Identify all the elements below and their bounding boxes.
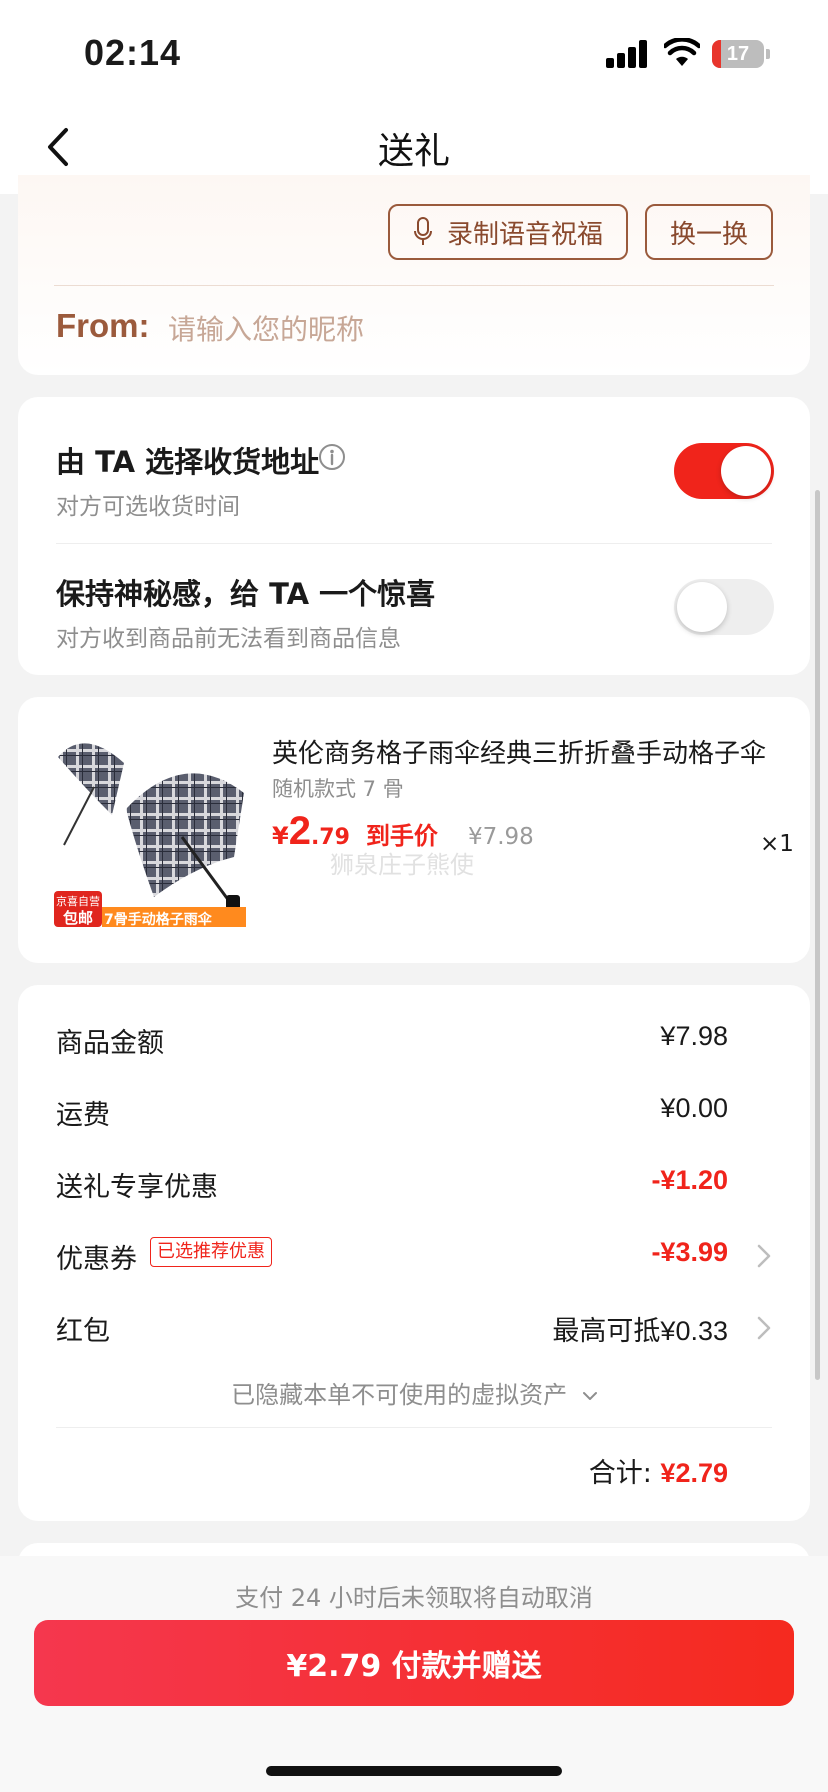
gift-options-card: 由 TA 选择收货地址 对方可选收货时间 保持神秘感，给 TA 一个惊喜 对方收… bbox=[18, 397, 810, 675]
fee-label: 送礼专享优惠 bbox=[56, 1172, 218, 1203]
divider bbox=[54, 285, 774, 286]
hidden-assets-label: 已隐藏本单不可使用的虚拟资产 bbox=[231, 1381, 568, 1409]
watermark: 狮泉庄子熊使 bbox=[330, 851, 474, 879]
surprise-toggle[interactable] bbox=[674, 579, 774, 635]
price-currency: ¥ bbox=[272, 822, 289, 850]
divider bbox=[56, 543, 772, 544]
home-indicator bbox=[266, 1766, 562, 1776]
chevron-right-icon bbox=[757, 1244, 771, 1268]
fee-value: ¥7.98 bbox=[660, 1021, 728, 1051]
page-title: 送礼 bbox=[377, 131, 450, 172]
fee-row-red-packet[interactable]: 红包 最高可抵¥0.33 bbox=[56, 1305, 772, 1349]
fee-value: ¥0.00 bbox=[660, 1093, 728, 1123]
fee-row-coupon[interactable]: 优惠券 已选推荐优惠 -¥3.99 bbox=[56, 1233, 772, 1277]
nickname-input[interactable] bbox=[168, 307, 688, 351]
gift-checkout-page: 02:14 17 送礼 录制语音祝福 换一换 From: 请输入您的昵称 由 T… bbox=[0, 0, 828, 1792]
price-integer: 2 bbox=[288, 809, 311, 853]
fee-value: -¥1.20 bbox=[651, 1165, 728, 1195]
total-amount: ¥2.79 bbox=[660, 1458, 728, 1488]
fee-value: -¥3.99 bbox=[651, 1237, 728, 1267]
gift-message-card: 录制语音祝福 换一换 From: bbox=[18, 175, 810, 375]
coupon-badge: 已选推荐优惠 bbox=[150, 1237, 272, 1267]
record-voice-label: 录制语音祝福 bbox=[446, 219, 603, 250]
product-image-caption: 7骨手动格子雨伞 bbox=[104, 912, 212, 927]
battery-percent: 17 bbox=[726, 43, 750, 65]
total-label: 合计: bbox=[588, 1458, 652, 1489]
wifi-icon bbox=[664, 38, 700, 66]
fees-card: 商品金额 ¥7.98 运费 ¥0.00 送礼专享优惠 -¥1.20 优惠券 已选… bbox=[18, 985, 810, 1521]
fee-row-shipping: 运费 ¥0.00 bbox=[56, 1089, 772, 1133]
record-voice-button[interactable]: 录制语音祝福 bbox=[388, 204, 628, 260]
product-card: 京喜自营 包邮 7骨手动格子雨伞 英伦商务格子雨伞经典三折折叠手动格子伞 随机款… bbox=[18, 697, 810, 963]
fee-label: 优惠券 bbox=[56, 1244, 137, 1275]
hidden-assets-toggle[interactable]: 已隐藏本单不可使用的虚拟资产 bbox=[18, 1375, 810, 1410]
divider bbox=[56, 1427, 772, 1428]
status-bar: 02:14 17 bbox=[0, 0, 828, 100]
option-recipient-address-subtitle: 对方可选收货时间 bbox=[56, 494, 240, 520]
chevron-down-icon bbox=[582, 1392, 597, 1400]
fee-label: 运费 bbox=[56, 1100, 110, 1131]
fee-value: 最高可抵¥0.33 bbox=[552, 1316, 728, 1346]
option-surprise-subtitle: 对方收到商品前无法看到商品信息 bbox=[56, 626, 401, 652]
fee-label: 商品金额 bbox=[56, 1028, 164, 1059]
battery-icon: 17 bbox=[712, 40, 770, 68]
product-title[interactable]: 英伦商务格子雨伞经典三折折叠手动格子伞 bbox=[272, 733, 772, 770]
recipient-address-toggle[interactable] bbox=[674, 443, 774, 499]
scrollbar[interactable] bbox=[815, 490, 820, 1380]
from-label: From: bbox=[56, 307, 150, 344]
status-time: 02:14 bbox=[84, 32, 182, 73]
order-total: 合计: ¥2.79 bbox=[589, 1451, 728, 1490]
cellular-signal-icon bbox=[606, 40, 648, 68]
info-icon[interactable] bbox=[318, 443, 346, 471]
product-image-badge-main: 包邮 bbox=[62, 909, 93, 927]
bottom-bar: 支付 24 小时后未领取将自动取消 ¥2.79 付款并赠送 bbox=[0, 1556, 828, 1792]
original-price: ¥7.98 bbox=[467, 824, 534, 850]
fee-row-goods-amount: 商品金额 ¥7.98 bbox=[56, 1017, 772, 1061]
fee-label: 红包 bbox=[56, 1316, 110, 1347]
quantity: ×1 bbox=[760, 831, 794, 857]
swap-message-button[interactable]: 换一换 bbox=[645, 204, 773, 260]
pay-and-send-button[interactable]: ¥2.79 付款并赠送 bbox=[34, 1620, 794, 1706]
swap-message-label: 换一换 bbox=[669, 219, 748, 250]
chevron-right-icon bbox=[757, 1316, 771, 1340]
option-surprise-title: 保持神秘感，给 TA 一个惊喜 bbox=[56, 577, 436, 611]
product-spec: 随机款式 7 骨 bbox=[272, 777, 404, 801]
fee-row-gift-discount: 送礼专享优惠 -¥1.20 bbox=[56, 1161, 772, 1205]
microphone-icon bbox=[413, 217, 432, 245]
auto-cancel-notice: 支付 24 小时后未领取将自动取消 bbox=[235, 1584, 593, 1612]
product-image[interactable]: 京喜自营 包邮 7骨手动格子雨伞 bbox=[54, 727, 246, 927]
option-recipient-address-title: 由 TA 选择收货地址 bbox=[56, 445, 320, 479]
